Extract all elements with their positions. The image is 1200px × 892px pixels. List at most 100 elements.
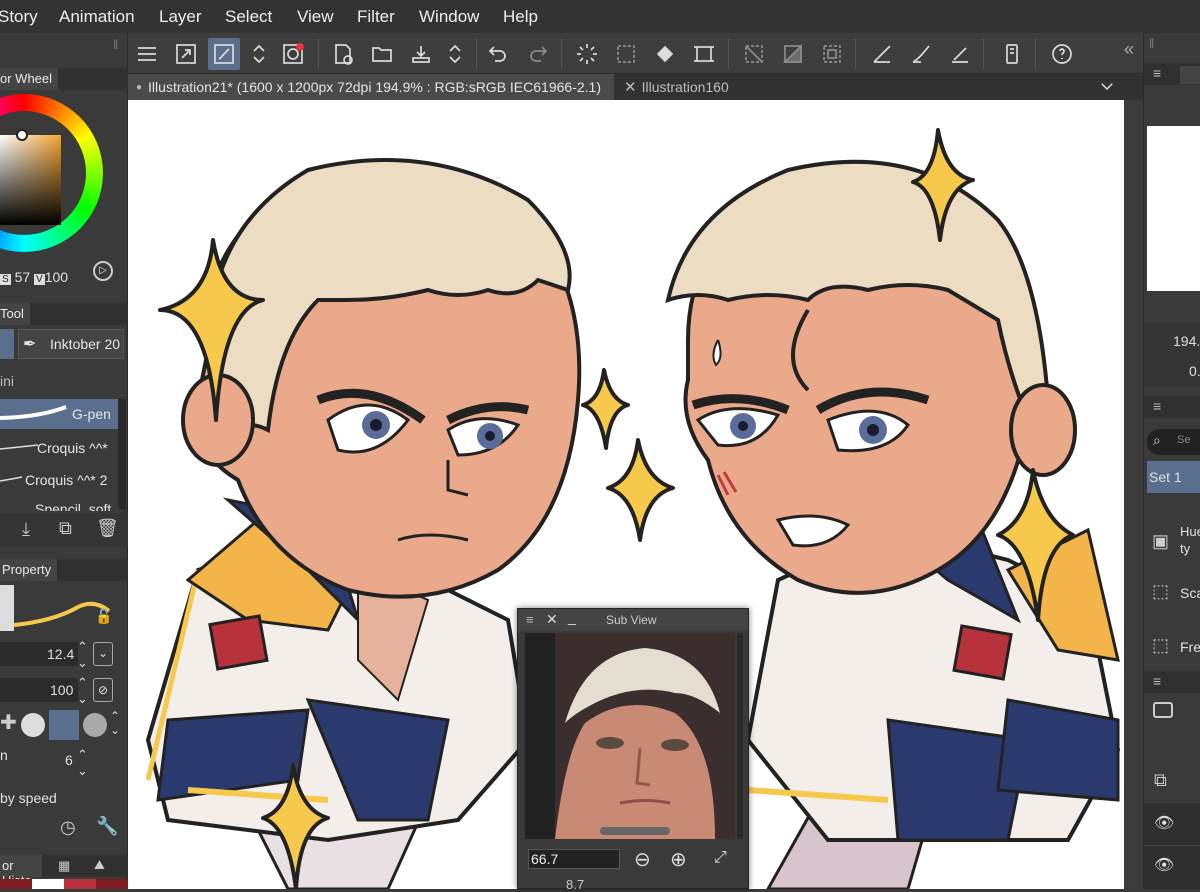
layer-set-item[interactable]: Set 1 <box>1147 461 1200 493</box>
chevron-updown-icon[interactable]: ⌃ ⌄ <box>77 675 88 707</box>
sub-view-hscroll[interactable] <box>600 827 670 835</box>
transform-icon[interactable] <box>688 38 720 70</box>
eye-icon[interactable]: 👁 <box>1154 813 1174 833</box>
menu-select[interactable]: Select <box>225 7 272 27</box>
shape-soft-icon[interactable] <box>48 710 79 740</box>
menu-view[interactable]: View <box>297 7 334 27</box>
pen-stroke-icon[interactable] <box>905 38 937 70</box>
tab-tool[interactable]: Tool <box>0 303 30 325</box>
chevron-updown-icon[interactable] <box>439 38 471 70</box>
tab-illustration21[interactable]: ● Illustration21* (1600 x 1200px 72dpi 1… <box>128 74 614 100</box>
tab-navigator[interactable] <box>1180 66 1200 84</box>
tab-illustration160[interactable]: ✕ Illustration160 <box>616 74 737 100</box>
layer-search[interactable]: ⌕ Se <box>1147 429 1200 455</box>
shape-round-icon[interactable] <box>20 713 45 737</box>
menu-animation[interactable]: Animation <box>59 7 135 27</box>
navigator-preview[interactable] <box>1147 126 1200 291</box>
hue-icon[interactable]: ▣ <box>1152 531 1169 552</box>
sub-view-zoom-field[interactable]: 66.7 <box>528 849 620 869</box>
color-set-icon[interactable]: ▦ <box>58 858 70 874</box>
swatch[interactable] <box>64 879 96 889</box>
swatch[interactable] <box>96 879 128 889</box>
minimize-icon[interactable]: _ <box>568 609 576 625</box>
chevron-updown-icon[interactable]: ⌃ ⌄ <box>110 709 120 737</box>
chevron-down-icon[interactable] <box>1098 77 1116 100</box>
color-picker-handle[interactable] <box>16 129 28 141</box>
opacity-toggle-icon[interactable]: ⊘ <box>93 678 113 702</box>
brush-item-pencil[interactable]: Spencil_soft <box>0 495 118 511</box>
sub-view-titlebar[interactable]: ≡ ✕ _ Sub View <box>518 609 748 631</box>
eye-icon[interactable]: 👁 <box>1154 855 1174 875</box>
fill-icon[interactable] <box>649 38 681 70</box>
menu-hamburger-icon[interactable]: ≡ <box>1153 65 1161 81</box>
shrink-selection-icon[interactable] <box>816 38 848 70</box>
brush-item-croquis-2[interactable]: Croquis ^^* 2 <box>0 463 118 493</box>
open-folder-icon[interactable] <box>366 38 398 70</box>
brush-list-scrollbar[interactable] <box>118 399 126 509</box>
ruler-icon[interactable] <box>866 38 898 70</box>
help-icon[interactable] <box>1046 38 1078 70</box>
undo-icon[interactable] <box>482 38 514 70</box>
clock-icon[interactable]: ◷ <box>60 817 76 838</box>
duplicate-icon[interactable]: ⧉ <box>59 518 72 539</box>
shape-blur-icon[interactable] <box>82 713 107 737</box>
expand-icon[interactable] <box>170 38 202 70</box>
swatch[interactable] <box>0 879 32 889</box>
brush-item-croquis[interactable]: Croquis ^^* <box>0 431 118 461</box>
panel-grip-icon[interactable]: ‖ <box>1149 36 1154 51</box>
tab-color-history[interactable]: or Histo <box>0 855 42 888</box>
line-tool-icon[interactable] <box>944 38 976 70</box>
redo-icon[interactable] <box>522 38 554 70</box>
play-icon[interactable]: ▷ <box>93 261 113 281</box>
scale-icon[interactable]: ⬚ <box>1152 581 1169 602</box>
smartphone-icon[interactable] <box>996 38 1028 70</box>
selection-icon[interactable] <box>610 38 642 70</box>
tab-property[interactable]: Property <box>0 559 58 581</box>
close-icon[interactable]: ✕ <box>624 78 637 96</box>
tool-set-button[interactable]: ✒ Inktober 20 <box>18 329 124 359</box>
menu-hamburger-icon[interactable]: ≡ <box>526 612 534 627</box>
chevron-updown-icon[interactable] <box>243 38 275 70</box>
new-layer-icon[interactable]: ⧉ <box>1154 770 1167 791</box>
wrench-icon[interactable]: 🔧 <box>96 816 118 837</box>
menu-layer[interactable]: Layer <box>159 7 202 27</box>
lock-icon[interactable]: 🔓 <box>95 608 112 625</box>
menu-filter[interactable]: Filter <box>357 7 395 27</box>
clear-selection-icon[interactable] <box>738 38 770 70</box>
record-icon[interactable] <box>277 38 309 70</box>
close-icon[interactable]: ✕ <box>546 611 558 628</box>
reference-photo[interactable] <box>525 633 735 839</box>
menu-story[interactable]: Story <box>0 7 38 27</box>
saturation-square[interactable] <box>0 135 61 225</box>
sub-view-scrollbar[interactable] <box>737 633 743 839</box>
zoom-out-icon[interactable]: ⊖ <box>634 847 651 872</box>
free-transform-icon[interactable]: ⬚ <box>1152 635 1169 656</box>
brush-item-gpen[interactable]: G-pen <box>0 399 118 429</box>
swatch[interactable] <box>32 879 64 889</box>
import-icon[interactable]: ⤓ <box>22 519 30 540</box>
tool-selected[interactable] <box>0 329 14 359</box>
loading-icon[interactable] <box>571 38 603 70</box>
trash-icon[interactable]: 🗑 <box>96 518 119 539</box>
zoom-in-icon[interactable]: ⊕ <box>670 847 687 872</box>
invert-selection-icon[interactable] <box>777 38 809 70</box>
new-canvas-icon[interactable] <box>327 38 359 70</box>
mountain-icon[interactable]: ⛰ <box>94 857 105 873</box>
menu-hamburger-icon[interactable]: ≡ <box>1153 398 1161 414</box>
menu-hamburger-icon[interactable]: ≡ <box>1153 673 1161 689</box>
pressure-icon[interactable]: ⌄ <box>93 642 113 666</box>
menu-window[interactable]: Window <box>419 7 479 27</box>
layer-mode-icon[interactable] <box>1153 702 1173 718</box>
shape-cross-icon[interactable]: ✚ <box>0 710 17 742</box>
chevron-updown-icon[interactable]: ⌃ ⌄ <box>77 639 88 671</box>
tab-color-wheel[interactable]: or Wheel <box>0 68 59 90</box>
menu-help[interactable]: Help <box>503 7 538 27</box>
brush-tool-icon[interactable] <box>208 38 240 70</box>
fit-screen-icon[interactable]: ⤢ <box>714 849 727 867</box>
chevron-updown-icon[interactable]: ⌃ ⌄ <box>77 747 88 779</box>
save-icon[interactable] <box>405 38 437 70</box>
menu-hamburger-icon[interactable] <box>131 38 163 70</box>
canvas-scrollbar[interactable] <box>1124 100 1143 889</box>
panel-grip-icon[interactable]: ‖ <box>113 37 118 52</box>
collapse-left-icon[interactable]: « <box>1124 39 1134 60</box>
